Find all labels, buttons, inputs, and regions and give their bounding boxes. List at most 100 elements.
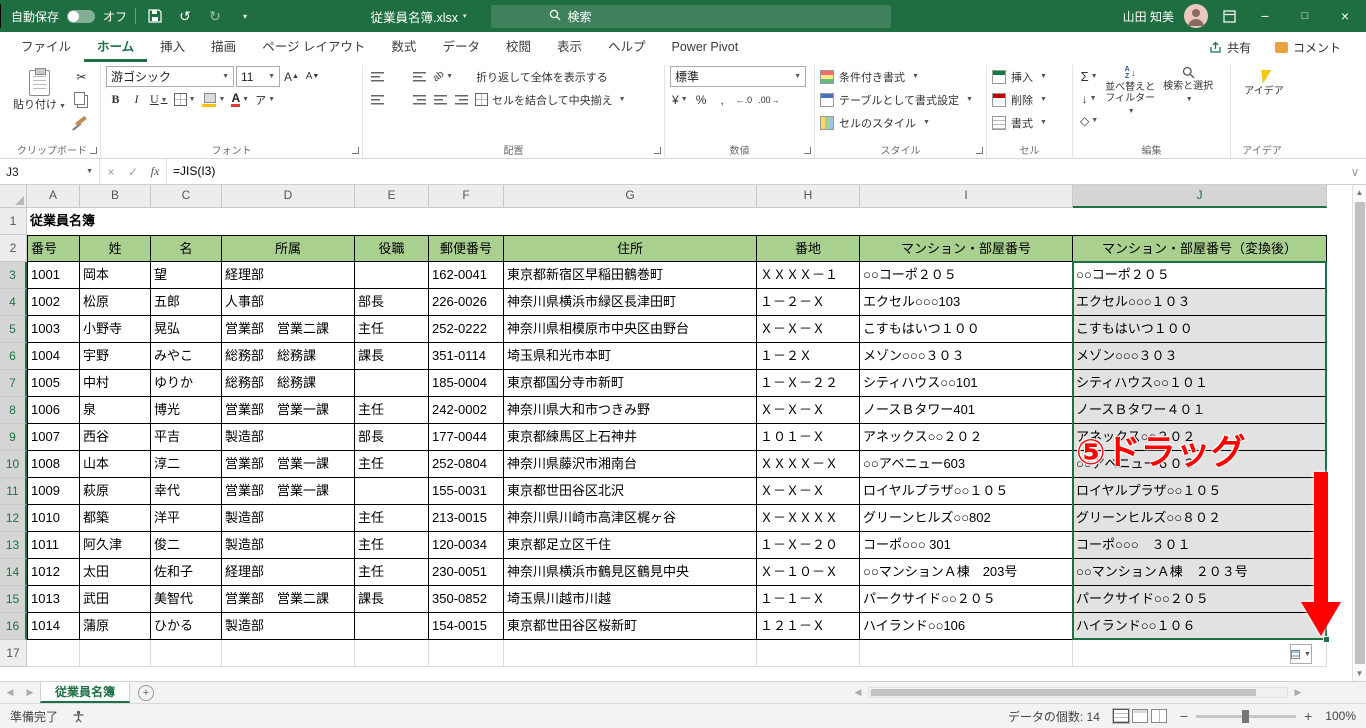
- row-header-7[interactable]: 7: [0, 370, 27, 397]
- row-header-6[interactable]: 6: [0, 343, 27, 370]
- cell-F14[interactable]: 230-0051: [429, 559, 504, 586]
- cell-D8[interactable]: 営業部 営業一課: [222, 397, 355, 424]
- cell-D9[interactable]: 製造部: [222, 424, 355, 451]
- cell-I4[interactable]: エクセル○○○103: [860, 289, 1073, 316]
- cell-A14[interactable]: 1012: [27, 559, 80, 586]
- italic-button[interactable]: I: [127, 89, 146, 110]
- cell-I8[interactable]: ノースＢタワー401: [860, 397, 1073, 424]
- cell-D17[interactable]: [222, 640, 355, 667]
- cell-C5[interactable]: 晃弘: [151, 316, 222, 343]
- cell-C16[interactable]: ひかる: [151, 613, 222, 640]
- cell-G7[interactable]: 東京都国分寺市新町: [504, 370, 757, 397]
- cell-H10[interactable]: ＸＸＸＸ－Ｘ: [757, 451, 860, 478]
- cell-A5[interactable]: 1003: [27, 316, 80, 343]
- cell-C8[interactable]: 博光: [151, 397, 222, 424]
- cell-styles-button[interactable]: セルのスタイル ▼: [820, 112, 981, 133]
- cancel-icon[interactable]: ×: [100, 165, 122, 179]
- cell-E9[interactable]: 部長: [355, 424, 429, 451]
- cell-F3[interactable]: 162-0041: [429, 262, 504, 289]
- cell-E7[interactable]: [355, 370, 429, 397]
- cell-J13[interactable]: コーポ○○○ ３０１: [1073, 532, 1327, 559]
- cell-J11[interactable]: ロイヤルプラザ○○１０５: [1073, 478, 1327, 505]
- cell-I1[interactable]: [860, 208, 1073, 235]
- cell-J6[interactable]: メゾン○○○３０３: [1073, 343, 1327, 370]
- cell-J5[interactable]: こすもはいつ１００: [1073, 316, 1327, 343]
- row-header-15[interactable]: 15: [0, 586, 27, 613]
- avatar[interactable]: [1184, 4, 1208, 28]
- cell-D6[interactable]: 総務部 総務課: [222, 343, 355, 370]
- cell-G9[interactable]: 東京都練馬区上石神井: [504, 424, 757, 451]
- cell-D16[interactable]: 製造部: [222, 613, 355, 640]
- cell-E14[interactable]: 主任: [355, 559, 429, 586]
- align-center-icon[interactable]: [389, 89, 408, 110]
- clear-icon[interactable]: ◇ ▼: [1078, 110, 1100, 131]
- cell-H8[interactable]: Ｘ－Ｘ－Ｘ: [757, 397, 860, 424]
- cell-I3[interactable]: ○○コーポ２０５: [860, 262, 1073, 289]
- cell-E11[interactable]: [355, 478, 429, 505]
- search-box[interactable]: 検索: [490, 4, 891, 28]
- cell-G13[interactable]: 東京都足立区千住: [504, 532, 757, 559]
- cell-A6[interactable]: 1004: [27, 343, 80, 370]
- vertical-scroll-thumb[interactable]: [1354, 202, 1365, 664]
- cell-F7[interactable]: 185-0004: [429, 370, 504, 397]
- cell-I7[interactable]: シティハウス○○101: [860, 370, 1073, 397]
- save-icon[interactable]: [144, 4, 166, 28]
- number-format-combo[interactable]: 標準 ▼: [670, 66, 806, 87]
- cell-A17[interactable]: [27, 640, 80, 667]
- column-header-I[interactable]: I: [860, 185, 1073, 208]
- cell-H3[interactable]: ＸＸＸＸ－１: [757, 262, 860, 289]
- cell-D2[interactable]: 所属: [222, 235, 355, 262]
- cell-D13[interactable]: 製造部: [222, 532, 355, 559]
- cell-B13[interactable]: 阿久津: [80, 532, 151, 559]
- cell-G11[interactable]: 東京都世田谷区北沢: [504, 478, 757, 505]
- cell-D1[interactable]: [222, 208, 355, 235]
- percent-style-icon[interactable]: %: [692, 89, 711, 110]
- scroll-up-icon[interactable]: ▲: [1353, 185, 1366, 200]
- cell-J15[interactable]: パークサイド○○２０５: [1073, 586, 1327, 613]
- find-select-button[interactable]: 検索と選択 ▼: [1160, 66, 1216, 105]
- tab-描画[interactable]: 描画: [198, 32, 249, 62]
- cell-F9[interactable]: 177-0044: [429, 424, 504, 451]
- cell-A10[interactable]: 1008: [27, 451, 80, 478]
- cell-H11[interactable]: Ｘ－Ｘ－Ｘ: [757, 478, 860, 505]
- cell-I16[interactable]: ハイランド○○106: [860, 613, 1073, 640]
- phonetic-guide-button[interactable]: ア ▼: [253, 89, 277, 110]
- cell-C1[interactable]: [151, 208, 222, 235]
- cell-H6[interactable]: １－２Ｘ: [757, 343, 860, 370]
- cell-G2[interactable]: 住所: [504, 235, 757, 262]
- cell-E5[interactable]: 主任: [355, 316, 429, 343]
- cell-H12[interactable]: Ｘ－ＸＸＸＸ: [757, 505, 860, 532]
- cell-I17[interactable]: [860, 640, 1073, 667]
- underline-button[interactable]: U ▼: [148, 89, 170, 110]
- close-button[interactable]: ×: [1330, 4, 1360, 28]
- cell-A7[interactable]: 1005: [27, 370, 80, 397]
- cell-E2[interactable]: 役職: [355, 235, 429, 262]
- row-header-17[interactable]: 17: [0, 640, 27, 667]
- cell-F11[interactable]: 155-0031: [429, 478, 504, 505]
- ribbon-display-options-icon[interactable]: [1218, 4, 1240, 28]
- cell-E12[interactable]: 主任: [355, 505, 429, 532]
- zoom-out-icon[interactable]: −: [1180, 708, 1188, 724]
- cell-D3[interactable]: 経理部: [222, 262, 355, 289]
- wrap-text-button[interactable]: 折り返して全体を表示する: [457, 66, 610, 87]
- cell-B15[interactable]: 武田: [80, 586, 151, 613]
- align-left-icon[interactable]: [368, 89, 387, 110]
- font-size-combo[interactable]: 11 ▼: [236, 66, 280, 87]
- cell-B10[interactable]: 山本: [80, 451, 151, 478]
- ideas-button[interactable]: アイデア: [1236, 70, 1292, 97]
- redo-icon[interactable]: ↻: [204, 4, 226, 28]
- cell-D12[interactable]: 製造部: [222, 505, 355, 532]
- merge-center-button[interactable]: セルを結合して中央揃え ▼: [473, 89, 628, 110]
- fill-handle[interactable]: [1323, 636, 1330, 643]
- cell-J3[interactable]: ○○コーポ２０５: [1073, 262, 1327, 289]
- font-name-combo[interactable]: 游ゴシック ▼: [106, 66, 234, 87]
- cell-A3[interactable]: 1001: [27, 262, 80, 289]
- cell-H15[interactable]: １－１－Ｘ: [757, 586, 860, 613]
- cell-H1[interactable]: [757, 208, 860, 235]
- cell-F8[interactable]: 242-0002: [429, 397, 504, 424]
- sheet-nav-left-icon[interactable]: ◀: [0, 682, 20, 703]
- cell-H9[interactable]: １０１－Ｘ: [757, 424, 860, 451]
- tab-ヘルプ[interactable]: ヘルプ: [595, 32, 659, 62]
- tab-ページ レイアウト[interactable]: ページ レイアウト: [249, 32, 378, 62]
- row-header-14[interactable]: 14: [0, 559, 27, 586]
